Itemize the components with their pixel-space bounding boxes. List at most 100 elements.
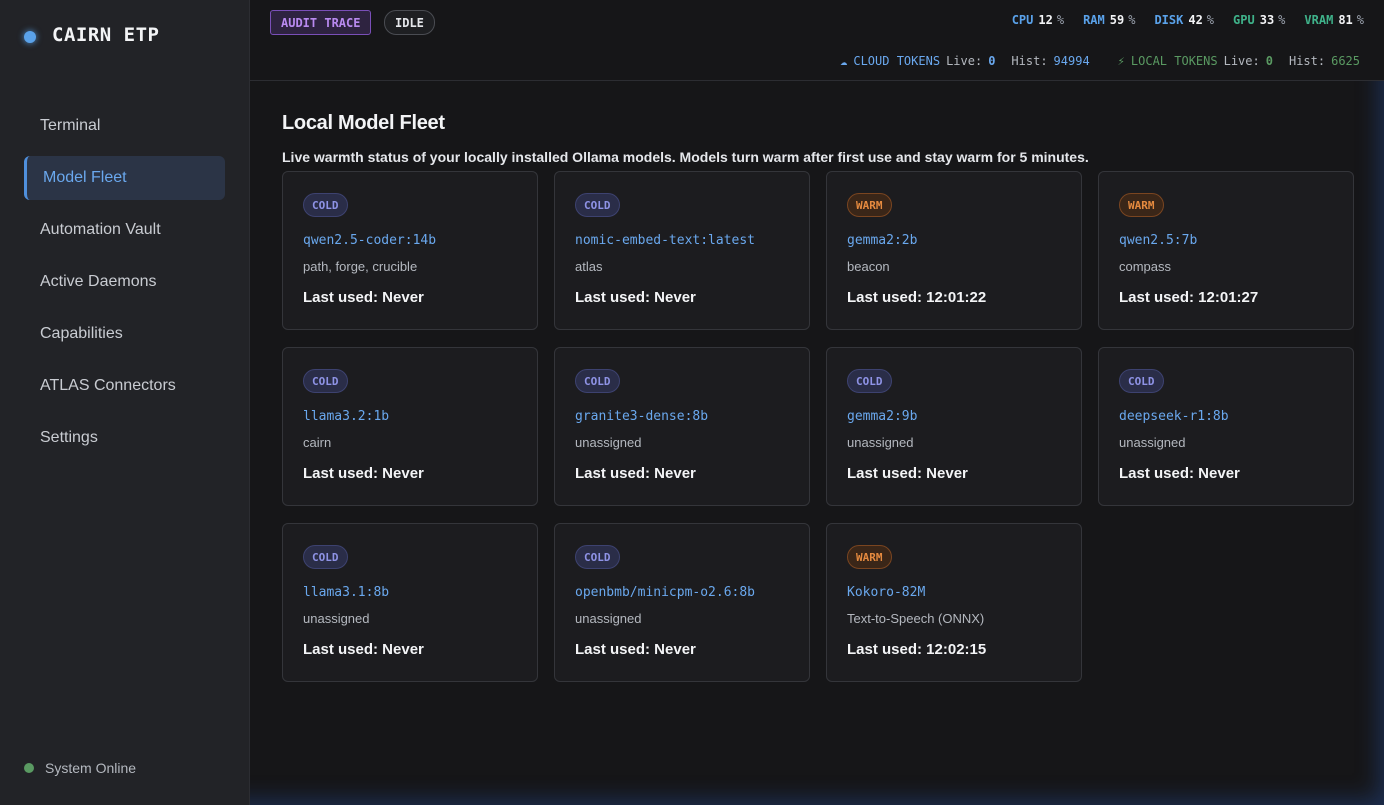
warmth-badge: COLD — [847, 369, 892, 393]
metric-disk: DISK 42% — [1154, 13, 1214, 27]
metric-cpu: CPU 12% — [1012, 13, 1064, 27]
sidebar: CAIRN ETP Terminal Model Fleet Automatio… — [0, 0, 250, 805]
model-name: llama3.1:8b — [303, 585, 390, 600]
last-used: Last used: Never — [303, 289, 424, 306]
brand-name: CAIRN ETP — [52, 24, 160, 46]
last-used: Last used: Never — [575, 465, 696, 482]
warmth-badge: COLD — [303, 369, 348, 393]
last-used: Last used: Never — [1119, 465, 1240, 482]
model-role: path, forge, crucible — [303, 259, 418, 274]
last-used: Last used: Never — [847, 465, 968, 482]
sidebar-item-automation-vault[interactable]: Automation Vault — [24, 208, 225, 252]
model-grid: COLD qwen2.5-coder:14b path, forge, crucib… — [282, 171, 1354, 682]
model-role: unassigned — [847, 435, 914, 450]
warmth-badge: COLD — [303, 193, 348, 217]
metric-unit: % — [1278, 13, 1286, 27]
sidebar-item-atlas-connectors[interactable]: ATLAS Connectors — [24, 364, 225, 408]
cloud-icon: ☁ — [840, 54, 848, 68]
sidebar-item-model-fleet[interactable]: Model Fleet — [24, 156, 225, 200]
last-used: Last used: Never — [575, 641, 696, 658]
metric-value: 42 — [1188, 13, 1203, 27]
page-title: Local Model Fleet — [282, 112, 445, 134]
local-hist-value: 6625 — [1331, 54, 1360, 68]
model-name: gemma2:2b — [847, 233, 918, 248]
cloud-tokens-label: CLOUD TOKENS — [853, 54, 941, 68]
metric-unit: % — [1356, 13, 1364, 27]
model-card[interactable]: WARM qwen2.5:7b compass Last used: 12:01:27 — [1098, 171, 1354, 330]
model-role: atlas — [575, 259, 603, 274]
model-role: unassigned — [575, 611, 642, 626]
state-badge: IDLE — [384, 10, 435, 35]
model-role: unassigned — [303, 611, 370, 626]
model-card[interactable]: COLD nomic-embed-text:latest atlas Last use… — [554, 171, 810, 330]
model-role: beacon — [847, 259, 890, 274]
model-name: llama3.2:1b — [303, 409, 390, 424]
metric-ram: RAM 59% — [1083, 13, 1135, 27]
metric-value: 59 — [1109, 13, 1125, 27]
metric-value: 12 — [1038, 13, 1053, 27]
metric-label: DISK — [1154, 13, 1184, 27]
model-card[interactable]: COLD qwen2.5-coder:14b path, forge, crucib… — [282, 171, 538, 330]
model-name: qwen2.5-coder:14b — [303, 233, 437, 248]
warmth-badge: WARM — [847, 545, 892, 569]
local-tokens: ⚡ LOCAL TOKENS Live: 0 Hist: 6625 — [1118, 54, 1360, 68]
last-used: Last used: 12:01:27 — [1119, 289, 1259, 306]
model-role: Text-to-Speech (ONNX) — [847, 611, 985, 626]
model-name: nomic-embed-text:latest — [575, 233, 756, 248]
last-used: Last used: Never — [303, 641, 424, 658]
warmth-badge: COLD — [575, 545, 620, 569]
warmth-badge: WARM — [1119, 193, 1164, 217]
local-live-key: Live: — [1223, 54, 1260, 68]
warmth-badge: COLD — [575, 369, 620, 393]
cloud-tokens: ☁ CLOUD TOKENS Live: 0 Hist: 94994 — [840, 54, 1090, 68]
warmth-badge: COLD — [575, 193, 620, 217]
model-name: granite3-dense:8b — [575, 409, 709, 424]
main-content: Local Model Fleet Live warmth status of … — [282, 112, 1354, 682]
cloud-live-value: 0 — [988, 54, 996, 68]
top-bar: AUDIT TRACE IDLE CPU 12% RAM 59% DISK 42% GPU 3… — [250, 0, 1384, 81]
local-tokens-label: LOCAL TOKENS — [1130, 54, 1218, 68]
model-role: cairn — [303, 435, 332, 450]
model-role: unassigned — [575, 435, 642, 450]
app-window: CAIRN ETP Terminal Model Fleet Automatio… — [0, 0, 1384, 805]
metric-gpu: GPU 33% — [1233, 13, 1285, 27]
model-role: unassigned — [1119, 435, 1186, 450]
local-live-value: 0 — [1265, 54, 1273, 68]
model-name: Kokoro-82M — [847, 585, 926, 600]
model-name: qwen2.5:7b — [1119, 233, 1198, 248]
sidebar-item-capabilities[interactable]: Capabilities — [24, 312, 225, 356]
model-card[interactable]: COLD openbmb/minicpm-o2.6:8b unassigned Las… — [554, 523, 810, 682]
model-card[interactable]: WARM gemma2:2b beacon Last used: 12:01:22 — [826, 171, 1082, 330]
model-role: compass — [1119, 259, 1172, 274]
status-text: System Online — [45, 760, 137, 776]
model-name: gemma2:9b — [847, 409, 918, 424]
model-card[interactable]: COLD llama3.2:1b cairn Last used: Never — [282, 347, 538, 506]
system-status: System Online — [24, 760, 136, 776]
system-metrics: CPU 12% RAM 59% DISK 42% GPU 33% VRAM 81% — [993, 13, 1364, 27]
warmth-badge: COLD — [1119, 369, 1164, 393]
metric-label: GPU — [1233, 13, 1255, 27]
audit-trace-button[interactable]: AUDIT TRACE — [270, 10, 372, 35]
model-card[interactable]: COLD gemma2:9b unassigned Last used: Never — [826, 347, 1082, 506]
cloud-live-key: Live: — [946, 54, 983, 68]
metric-label: CPU — [1011, 13, 1034, 27]
metric-value: 81 — [1338, 13, 1353, 27]
model-card[interactable]: COLD llama3.1:8b unassigned Last used: Neve… — [282, 523, 538, 682]
sidebar-item-settings[interactable]: Settings — [24, 416, 225, 460]
metric-value: 33 — [1259, 13, 1275, 27]
model-card[interactable]: COLD deepseek-r1:8b unassigned Last used: N… — [1098, 347, 1354, 506]
page-subtitle: Live warmth status of your locally insta… — [282, 149, 1089, 165]
warmth-badge: COLD — [303, 545, 348, 569]
sidebar-item-terminal[interactable]: Terminal — [24, 104, 225, 148]
brand-dot-icon — [24, 31, 36, 43]
model-card[interactable]: WARM Kokoro-82M Text-to-Speech (ONNX) Last … — [826, 523, 1082, 682]
metric-unit: % — [1128, 13, 1136, 27]
metric-label: VRAM — [1304, 13, 1334, 27]
model-name: deepseek-r1:8b — [1119, 409, 1229, 424]
token-counters: ☁ CLOUD TOKENS Live: 0 Hist: 94994 ⚡ LOC… — [812, 54, 1360, 68]
metric-unit: % — [1206, 13, 1215, 27]
metric-label: RAM — [1083, 13, 1105, 27]
sidebar-item-active-daemons[interactable]: Active Daemons — [24, 260, 225, 304]
model-card[interactable]: COLD granite3-dense:8b unassigned Last used… — [554, 347, 810, 506]
metric-unit: % — [1056, 13, 1065, 27]
